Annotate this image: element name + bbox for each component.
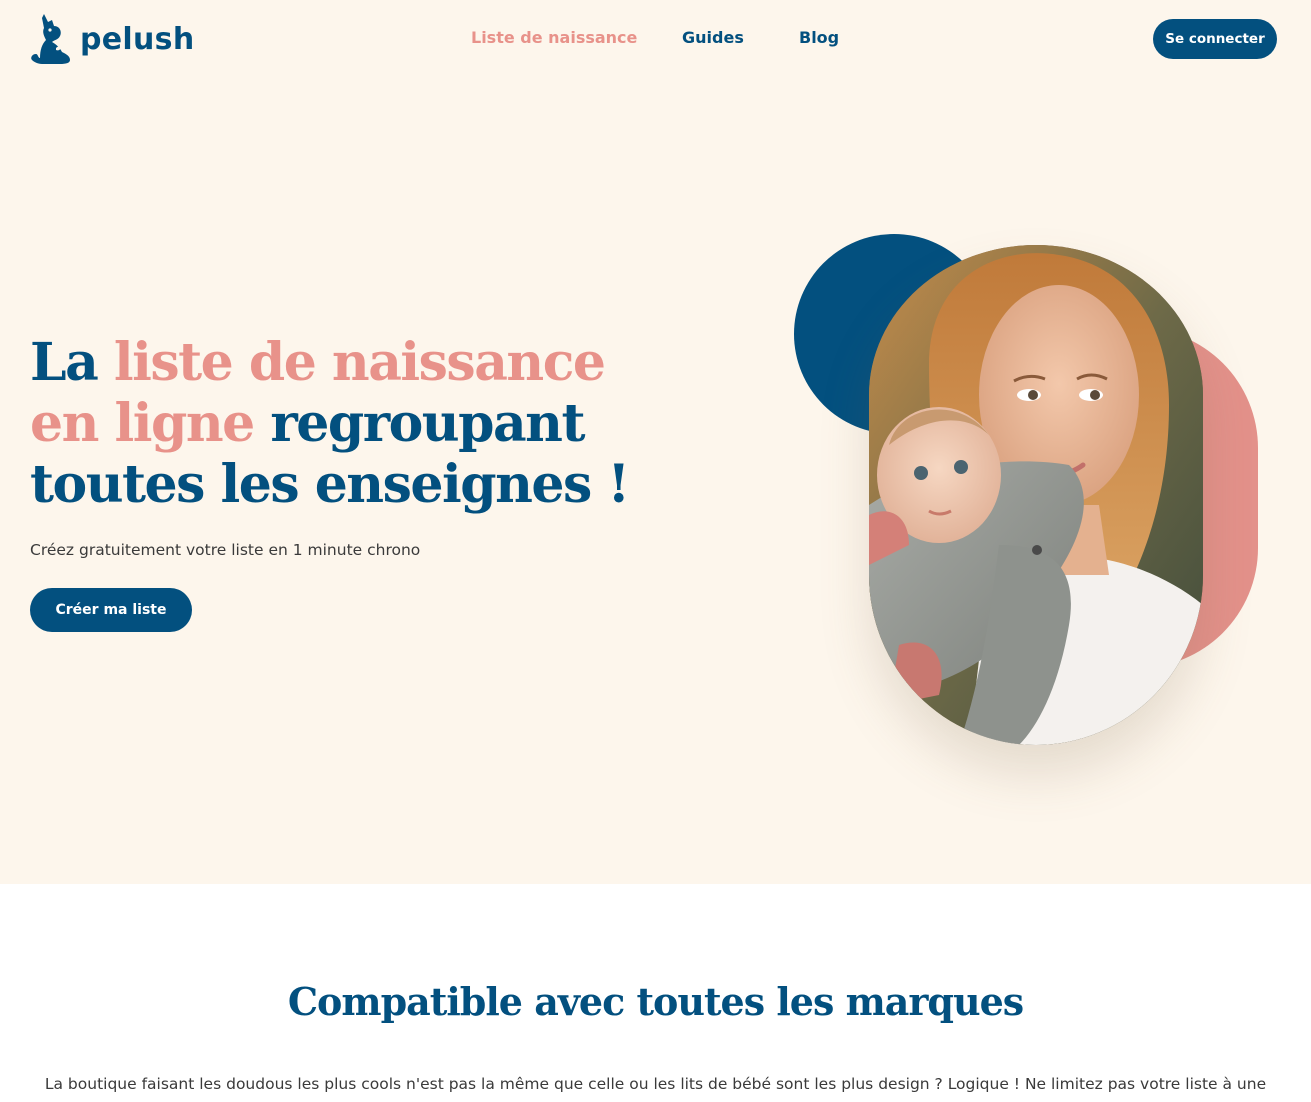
hero-section: pelush Liste de naissance Guides Blog Se… <box>0 0 1311 884</box>
hero-title: La liste de naissance en ligne regroupan… <box>30 332 670 515</box>
main-nav: Liste de naissance Guides Blog <box>0 26 1311 50</box>
hero-title-part-1: La <box>30 332 114 393</box>
hero-subtitle: Créez gratuitement votre liste en 1 minu… <box>30 541 421 559</box>
create-list-button[interactable]: Créer ma liste <box>30 588 192 632</box>
section-text: La boutique faisant les doudous les plus… <box>44 1075 1267 1093</box>
hero-illustration <box>780 220 1280 780</box>
mother-baby-image <box>869 245 1203 745</box>
hero-photo <box>869 245 1203 745</box>
login-button[interactable]: Se connecter <box>1153 19 1277 59</box>
nav-item-blog[interactable]: Blog <box>799 26 839 50</box>
nav-item-guides[interactable]: Guides <box>682 26 744 50</box>
section-title: Compatible avec toutes les marques <box>287 979 1024 1024</box>
nav-item-liste-de-naissance[interactable]: Liste de naissance <box>471 26 637 50</box>
